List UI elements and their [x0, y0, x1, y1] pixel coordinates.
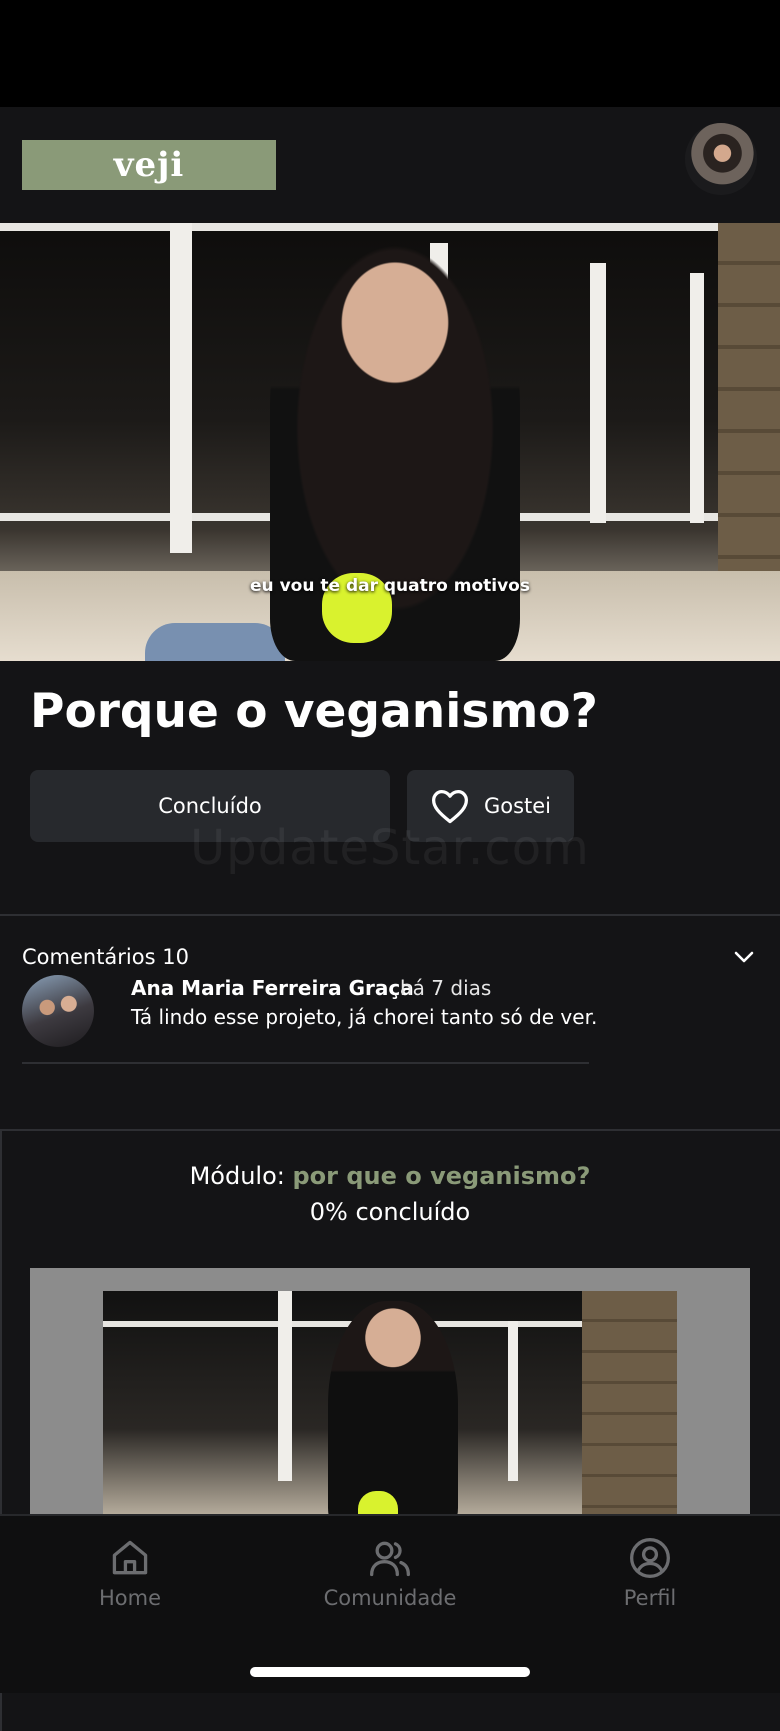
home-icon [112, 1540, 148, 1575]
comment-text: Tá lindo esse projeto, já chorei tanto s… [131, 1005, 598, 1029]
comment-author[interactable]: Ana Maria Ferreira Graça [131, 976, 414, 1000]
watermark: UpdateStar.com [190, 820, 590, 876]
thumb-wall [582, 1291, 677, 1518]
module-prefix: Módulo: [189, 1162, 285, 1190]
tab-perfil-label: Perfil [623, 1586, 677, 1610]
video-post [590, 263, 606, 523]
tab-home[interactable]: Home [30, 1536, 230, 1610]
video-subtitle: eu vou te dar quatro motivos [250, 576, 530, 596]
complete-button-label: Concluído [158, 794, 262, 818]
comment-time: há 7 dias [400, 976, 492, 1000]
chevron-down-icon[interactable] [733, 950, 755, 964]
video-player[interactable]: eu vou te dar quatro motivos [0, 223, 780, 661]
module-lesson-thumbnail[interactable] [30, 1268, 750, 1518]
tab-comunidade[interactable]: Comunidade [290, 1536, 490, 1610]
module-name[interactable]: por que o veganismo? [293, 1162, 591, 1190]
thumb-post [508, 1321, 518, 1481]
video-post [170, 223, 192, 553]
section-divider [0, 914, 780, 916]
comments-header[interactable]: Comentários 10 [22, 945, 189, 969]
home-indicator [250, 1667, 530, 1677]
profile-avatar[interactable] [685, 123, 757, 195]
lesson-title: Porque o veganismo? [30, 684, 598, 739]
status-bar [0, 0, 780, 107]
thumb-presenter [328, 1301, 458, 1518]
module-progress: 0% concluído [309, 1198, 471, 1226]
tab-comunidade-label: Comunidade [323, 1586, 457, 1610]
video-presenter [270, 238, 520, 661]
user-circle-icon [630, 1538, 670, 1578]
app-logo[interactable]: veji [22, 140, 276, 190]
app-header: veji [0, 107, 780, 223]
comment-avatar[interactable] [22, 975, 94, 1047]
video-post [690, 273, 704, 523]
module-heading: Módulo: por que o veganismo? [0, 1162, 780, 1190]
tab-home-label: Home [98, 1586, 161, 1610]
logo-text: veji [113, 145, 185, 185]
thumbnail-image [103, 1291, 677, 1518]
comment-divider [22, 1062, 589, 1064]
video-jeans [145, 623, 285, 661]
like-button-label: Gostei [483, 794, 552, 818]
thumb-post [278, 1291, 292, 1481]
heart-icon [431, 789, 468, 824]
tab-perfil[interactable]: Perfil [550, 1536, 750, 1610]
video-railing-top [0, 223, 720, 231]
users-icon [370, 1541, 410, 1577]
